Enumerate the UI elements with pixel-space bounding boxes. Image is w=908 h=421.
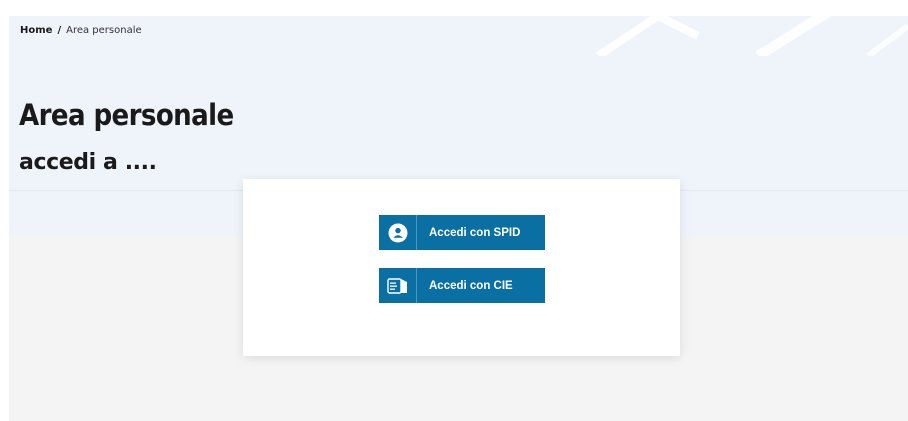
- spid-login-button[interactable]: Accedi con SPID: [379, 215, 545, 250]
- breadcrumb-current: Area personale: [66, 25, 142, 36]
- breadcrumb-home-link[interactable]: Home: [20, 25, 52, 36]
- page: Home / Area personale Area personale acced…: [0, 0, 908, 421]
- user-circle-icon: [379, 215, 417, 250]
- decorative-pattern: [595, 16, 908, 56]
- cie-login-label: Accedi con CIE: [429, 279, 513, 292]
- page-title: Area personale: [19, 98, 234, 132]
- login-card: Accedi con SPID Accedi con CIE: [243, 179, 680, 356]
- cie-login-button[interactable]: Accedi con CIE: [379, 268, 545, 303]
- spid-login-label: Accedi con SPID: [429, 226, 521, 239]
- page-subtitle: accedi a ....: [19, 150, 157, 175]
- breadcrumb-separator: /: [57, 25, 62, 36]
- cie-id-card-icon: [379, 268, 417, 303]
- breadcrumb: Home / Area personale: [20, 25, 142, 36]
